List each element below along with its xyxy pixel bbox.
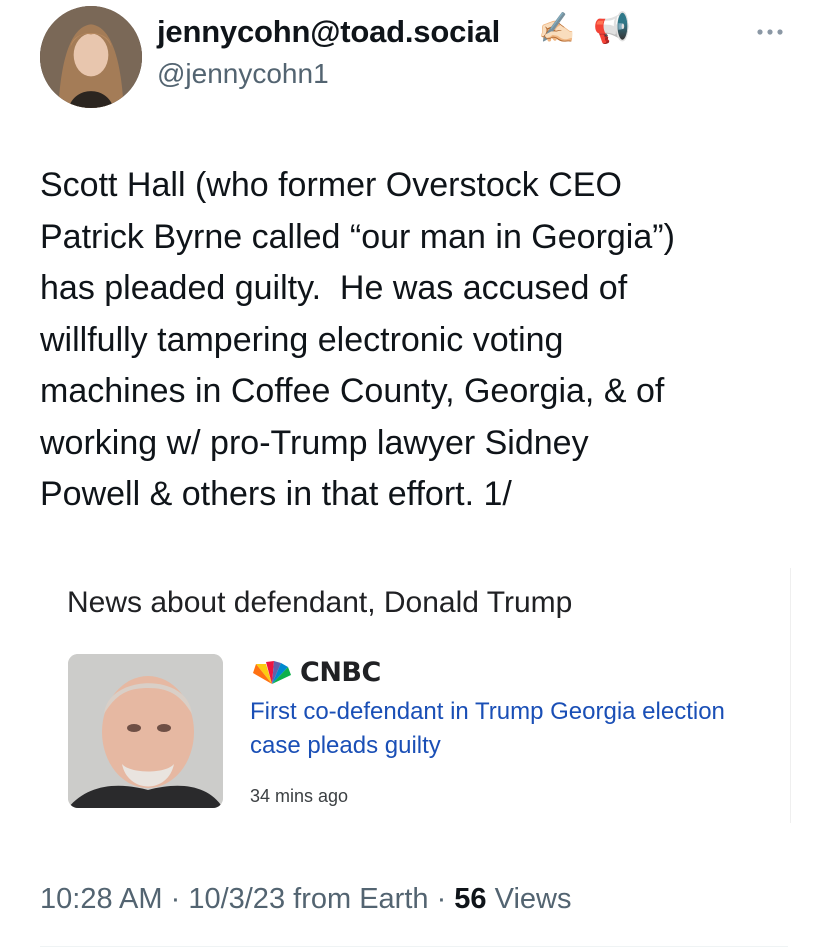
divider — [40, 946, 788, 947]
meta-separator-2: · — [428, 883, 455, 915]
news-headline-link[interactable]: First co-defendant in Trump Georgia elec… — [250, 695, 750, 763]
news-thumbnail[interactable] — [68, 654, 223, 808]
tweet-date[interactable]: 10/3/23 — [188, 883, 285, 915]
tweet-meta: 10:28 AM · 10/3/23 from Earth · 56 Views — [40, 883, 571, 916]
tweet-text: Scott Hall (who former Overstock CEO Pat… — [40, 166, 675, 513]
views-count[interactable]: 56 — [454, 883, 486, 915]
megaphone-emoji-icon: 📢 — [593, 12, 631, 45]
meta-separator: · — [162, 883, 189, 915]
tweet-source: from Earth — [285, 883, 429, 915]
source-name: CNBC — [300, 656, 381, 688]
author-avatar[interactable] — [40, 6, 142, 108]
tweet-time[interactable]: 10:28 AM — [40, 883, 163, 915]
views-label: Views — [486, 883, 572, 915]
news-source[interactable]: CNBC — [250, 656, 381, 688]
author-display-name[interactable]: jennycohn@toad.social — [157, 14, 500, 50]
nbc-peacock-icon — [253, 661, 291, 684]
news-time-ago: 34 mins ago — [250, 786, 349, 806]
avatar-photo — [40, 6, 142, 108]
news-card[interactable]: News about defendant, Donald Trump CNBC … — [40, 568, 791, 823]
writing-hand-emoji-icon: ✍🏻 — [538, 12, 576, 45]
author-handle[interactable]: @jennycohn1 — [157, 58, 329, 90]
card-title: News about defendant, Donald Trump — [67, 586, 573, 619]
more-horizontal-icon[interactable] — [755, 22, 785, 42]
